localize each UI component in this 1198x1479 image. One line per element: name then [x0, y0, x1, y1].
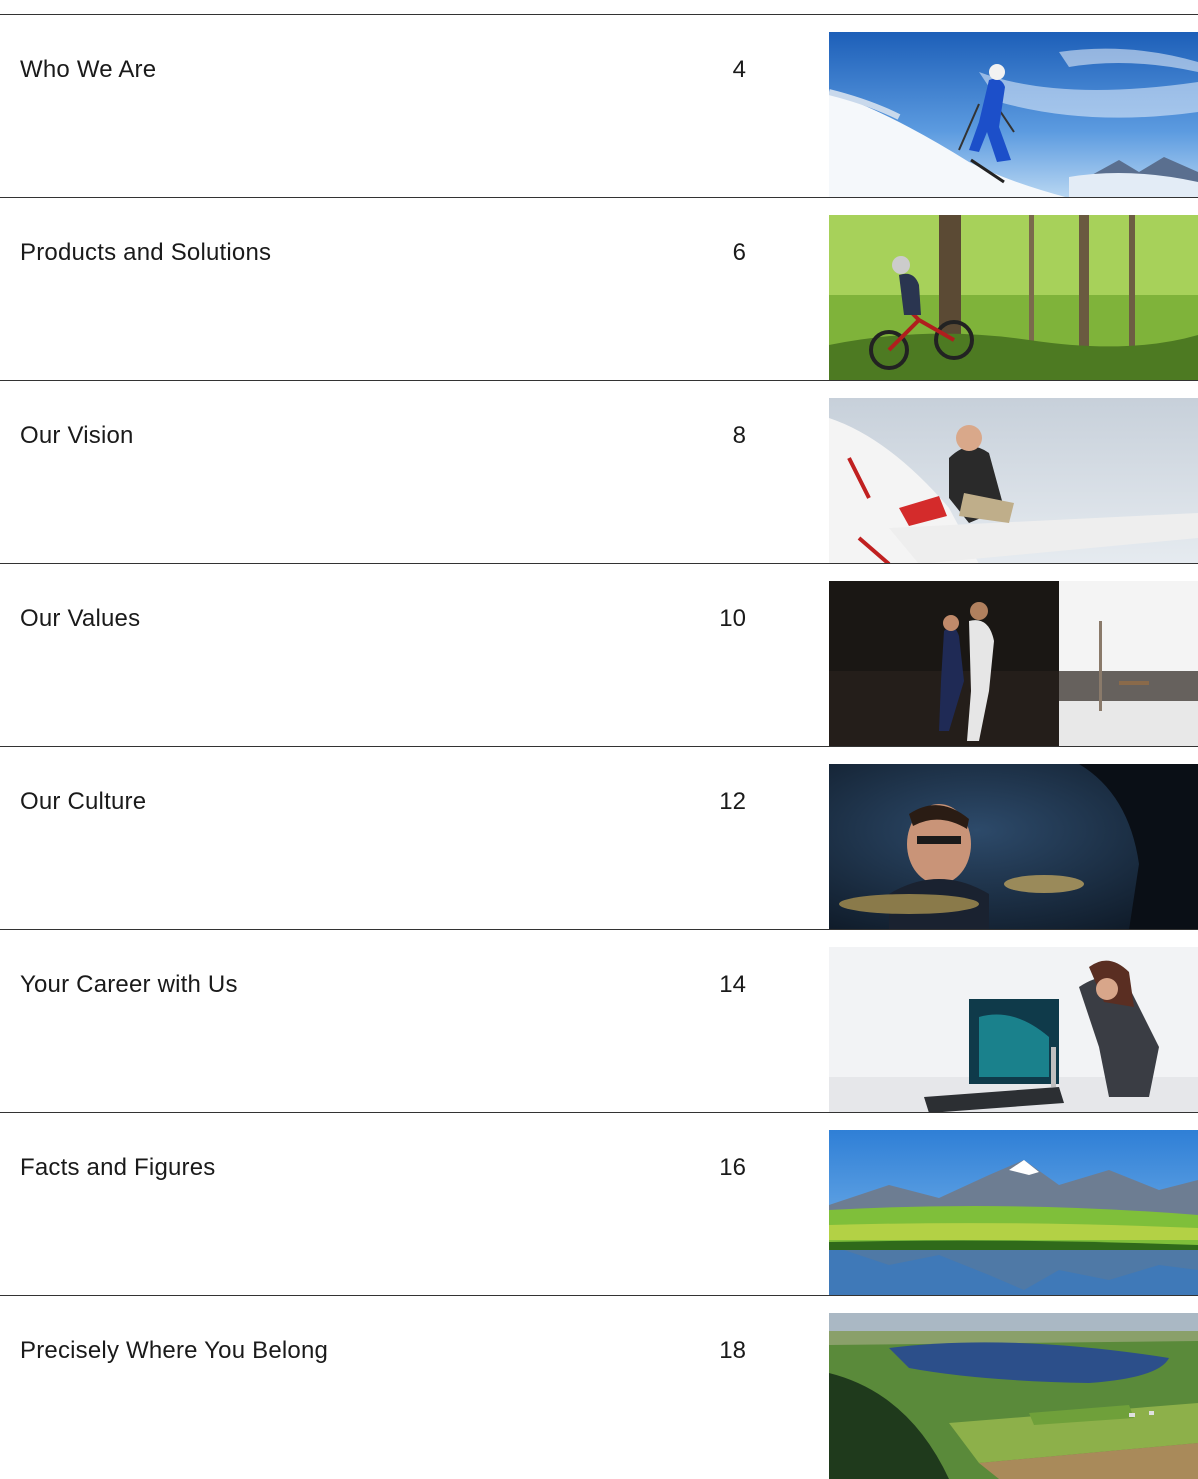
- toc-entry-title[interactable]: Precisely Where You Belong: [20, 1336, 328, 1366]
- toc-entry-your-career-with-us[interactable]: Your Career with Us 14: [0, 929, 1198, 1113]
- artist-painting-photo: [829, 947, 1198, 1113]
- skier-photo: [829, 32, 1198, 198]
- drummer-photo: [829, 764, 1198, 930]
- toc-entry-page-number: 12: [719, 788, 746, 815]
- toc-entry-title[interactable]: Your Career with Us: [20, 970, 238, 1000]
- dancers-lab-photo: [829, 581, 1198, 747]
- pilot-airplane-photo: [829, 398, 1198, 564]
- toc-entry-title[interactable]: Products and Solutions: [20, 238, 271, 268]
- toc-entry-who-we-are[interactable]: Who We Are 4: [0, 14, 1198, 198]
- toc-entry-page-number: 4: [732, 56, 746, 83]
- toc-entry-page-number: 18: [719, 1337, 746, 1364]
- toc-entry-precisely-where-you-belong[interactable]: Precisely Where You Belong 18: [0, 1295, 1198, 1479]
- alpine-lake-photo: [829, 1130, 1198, 1296]
- toc-entry-title[interactable]: Our Vision: [20, 421, 134, 451]
- toc-entry-title[interactable]: Who We Are: [20, 55, 156, 85]
- table-of-contents: Who We Are 4 Products and Solutions 6 Ou…: [0, 14, 1198, 1479]
- toc-entry-title[interactable]: Our Values: [20, 604, 140, 634]
- toc-entry-title[interactable]: Facts and Figures: [20, 1153, 215, 1183]
- toc-entry-page-number: 16: [719, 1154, 746, 1181]
- toc-entry-page-number: 14: [719, 971, 746, 998]
- toc-entry-title[interactable]: Our Culture: [20, 787, 146, 817]
- toc-entry-our-vision[interactable]: Our Vision 8: [0, 380, 1198, 564]
- toc-entry-our-culture[interactable]: Our Culture 12: [0, 746, 1198, 930]
- toc-entry-products-and-solutions[interactable]: Products and Solutions 6: [0, 197, 1198, 381]
- toc-entry-page-number: 6: [732, 239, 746, 266]
- toc-entry-our-values[interactable]: Our Values 10: [0, 563, 1198, 747]
- toc-entry-page-number: 8: [732, 422, 746, 449]
- toc-entry-facts-and-figures[interactable]: Facts and Figures 16: [0, 1112, 1198, 1296]
- aerial-landscape-photo: [829, 1313, 1198, 1479]
- mountain-biker-photo: [829, 215, 1198, 381]
- toc-entry-page-number: 10: [719, 605, 746, 632]
